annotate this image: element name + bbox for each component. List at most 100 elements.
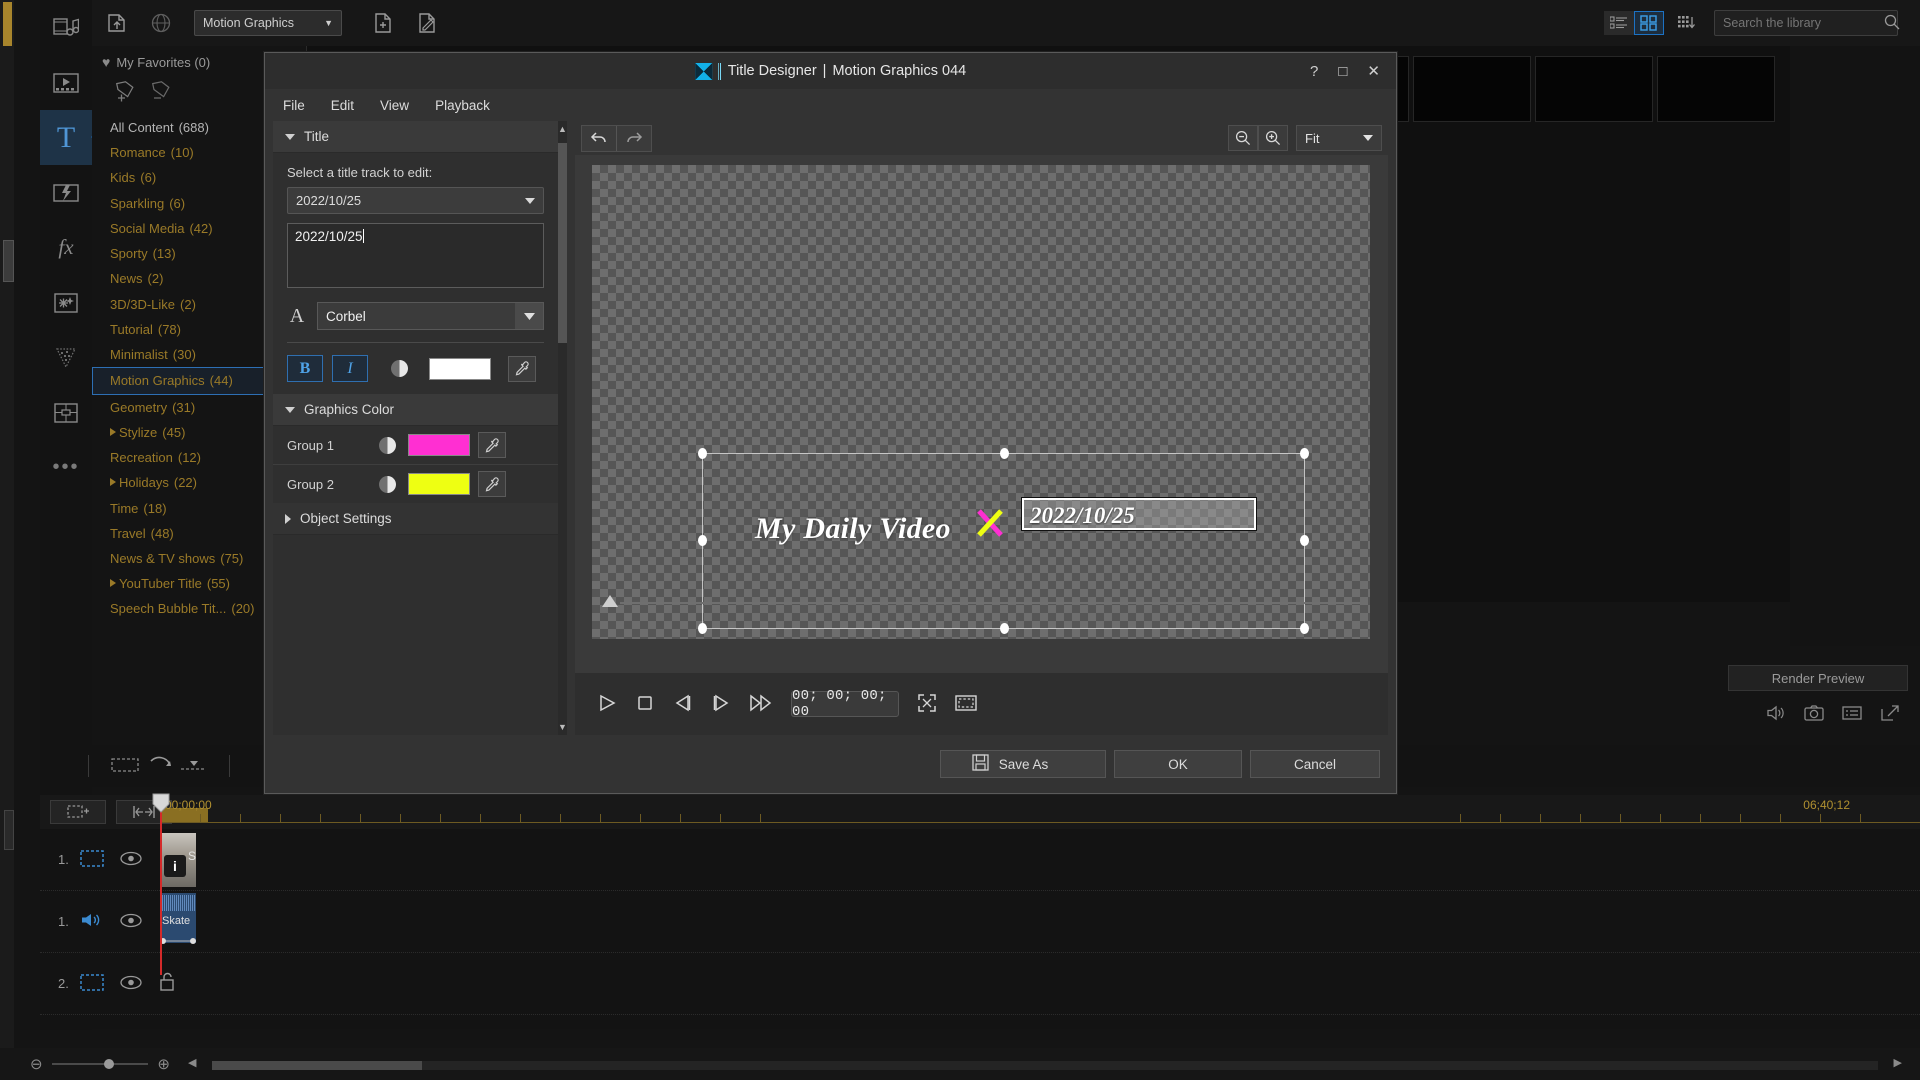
- menu-item-playback[interactable]: Playback: [435, 98, 490, 113]
- settings-scroll-up[interactable]: ▲: [558, 121, 567, 137]
- safe-zone-button[interactable]: [955, 694, 977, 715]
- playback-timecode[interactable]: 00; 00; 00; 00: [791, 691, 899, 717]
- menu-item-view[interactable]: View: [380, 98, 409, 113]
- library-thumb[interactable]: [1535, 56, 1653, 122]
- library-thumb[interactable]: [1657, 56, 1775, 122]
- zoom-in-icon[interactable]: ⊕: [157, 1055, 170, 1073]
- zoom-in-button[interactable]: [1258, 125, 1288, 151]
- group-color-eyedropper[interactable]: [478, 432, 506, 458]
- canvas-date-text[interactable]: 2022/10/25: [1030, 503, 1135, 529]
- undo-button[interactable]: [582, 126, 616, 151]
- dialog-title-bar[interactable]: Title Designer | Motion Graphics 044 ? □…: [265, 53, 1396, 89]
- clip-fade-handles[interactable]: [160, 933, 196, 941]
- render-preview-button[interactable]: Render Preview: [1728, 665, 1908, 691]
- edit-title-icon[interactable]: [408, 6, 446, 40]
- close-button[interactable]: ✕: [1367, 62, 1380, 80]
- graphics-color-section-header[interactable]: Graphics Color: [273, 394, 558, 426]
- canvas-title-text[interactable]: My Daily Video: [755, 512, 951, 546]
- new-title-icon[interactable]: [364, 6, 402, 40]
- group-opacity-icon[interactable]: [379, 476, 396, 493]
- handle-bottom-center[interactable]: [1000, 623, 1009, 634]
- category-item[interactable]: Motion Graphics(44): [92, 367, 292, 394]
- group-color-swatch[interactable]: [408, 473, 470, 495]
- play-button[interactable]: [597, 693, 617, 716]
- timeline-clip-video[interactable]: S i: [160, 833, 196, 887]
- object-settings-header[interactable]: Object Settings: [273, 503, 558, 535]
- italic-button[interactable]: I: [332, 355, 368, 382]
- previous-frame-button[interactable]: [673, 693, 693, 716]
- x-mark-graphic[interactable]: [973, 505, 1007, 541]
- preview-settings-icon[interactable]: [1842, 705, 1862, 724]
- chevron-down-icon[interactable]: [515, 303, 543, 329]
- rail-item-title[interactable]: T: [40, 110, 92, 165]
- rail-item-more[interactable]: •••: [40, 440, 92, 495]
- menu-item-edit[interactable]: Edit: [331, 98, 354, 113]
- library-search[interactable]: [1714, 10, 1898, 36]
- handle-top-center[interactable]: [1000, 448, 1009, 459]
- eye-visibility-icon[interactable]: [120, 975, 142, 993]
- fast-forward-button[interactable]: [749, 693, 773, 716]
- rail-item-media[interactable]: [40, 0, 92, 55]
- volume-icon[interactable]: [1766, 704, 1786, 725]
- import-media-icon[interactable]: [98, 6, 136, 40]
- ok-button[interactable]: OK: [1114, 750, 1242, 778]
- settings-scroll-thumb[interactable]: [558, 143, 567, 343]
- add-tag-icon[interactable]: [114, 78, 138, 107]
- bold-button[interactable]: B: [287, 355, 323, 382]
- title-text-input[interactable]: 2022/10/25: [287, 223, 544, 288]
- menu-item-file[interactable]: File: [283, 98, 305, 113]
- cancel-button[interactable]: Cancel: [1250, 750, 1380, 778]
- expand-triangle-icon[interactable]: [110, 478, 116, 486]
- library-thumb[interactable]: [1413, 56, 1531, 122]
- handle-bottom-right[interactable]: [1300, 623, 1309, 634]
- maximize-button[interactable]: □: [1338, 63, 1347, 80]
- settings-scroll-down[interactable]: ▼: [558, 719, 567, 735]
- title-track-dropdown[interactable]: 2022/10/25: [287, 187, 544, 214]
- playhead-handle[interactable]: [152, 793, 170, 813]
- grid-view-button[interactable]: [1634, 11, 1664, 35]
- stop-button[interactable]: [635, 693, 655, 716]
- snapshot-camera-icon[interactable]: [1804, 704, 1824, 725]
- search-input[interactable]: [1723, 16, 1884, 30]
- track-row-video-1[interactable]: 1. S i: [40, 829, 1920, 891]
- handle-middle-right[interactable]: [1300, 535, 1309, 546]
- text-color-eyedropper[interactable]: [508, 356, 536, 382]
- redo-button[interactable]: [617, 126, 651, 151]
- timeline-ruler[interactable]: 00;00;00 06;40;12: [160, 795, 1920, 829]
- rail-item-overlays[interactable]: [40, 275, 92, 330]
- zoom-out-button[interactable]: [1228, 125, 1258, 151]
- settings-scrollbar[interactable]: ▲ ▼: [558, 121, 567, 735]
- rail-item-templates[interactable]: [40, 385, 92, 440]
- fullscreen-button[interactable]: [917, 693, 937, 716]
- popout-window-icon[interactable]: [1880, 704, 1900, 725]
- scroll-right-arrow[interactable]: ▶: [1894, 1056, 1902, 1069]
- track-row-audio-1[interactable]: 1. Skate: [40, 891, 1920, 953]
- zoom-level-dropdown[interactable]: Fit: [1296, 125, 1382, 151]
- font-family-dropdown[interactable]: Corbel: [317, 302, 544, 330]
- rail-item-effects[interactable]: fx: [40, 220, 92, 275]
- rail-item-particles[interactable]: [40, 330, 92, 385]
- timeline-scrubber[interactable]: [592, 595, 1370, 611]
- video-track-icon[interactable]: [80, 850, 104, 870]
- timeline-clip-audio[interactable]: Skate: [160, 893, 196, 943]
- timeline-zoom-slider[interactable]: ⊖ ⊕: [30, 1056, 170, 1072]
- clip-info-badge[interactable]: i: [164, 855, 186, 877]
- track-row-video-2[interactable]: 2.: [40, 953, 1920, 1015]
- rail-item-video[interactable]: [40, 55, 92, 110]
- hscroll-thumb[interactable]: [212, 1061, 422, 1070]
- help-button[interactable]: ?: [1310, 63, 1318, 80]
- audio-track-icon[interactable]: [80, 911, 104, 932]
- scrubber-thumb[interactable]: [602, 595, 618, 607]
- title-section-header[interactable]: Title: [273, 121, 558, 153]
- title-canvas[interactable]: My Daily Video 2022/10/25: [592, 165, 1370, 639]
- unlock-icon[interactable]: [158, 972, 176, 995]
- library-category-dropdown[interactable]: Motion Graphics ▼: [194, 10, 342, 36]
- zoom-out-icon[interactable]: ⊖: [30, 1055, 43, 1073]
- handle-middle-left[interactable]: [698, 535, 707, 546]
- expand-triangle-icon[interactable]: [110, 428, 116, 436]
- timeline-target-icon[interactable]: [179, 755, 213, 778]
- next-frame-button[interactable]: [711, 693, 731, 716]
- handle-top-right[interactable]: [1300, 448, 1309, 459]
- zoom-knob[interactable]: [104, 1059, 114, 1069]
- handle-top-left[interactable]: [698, 448, 707, 459]
